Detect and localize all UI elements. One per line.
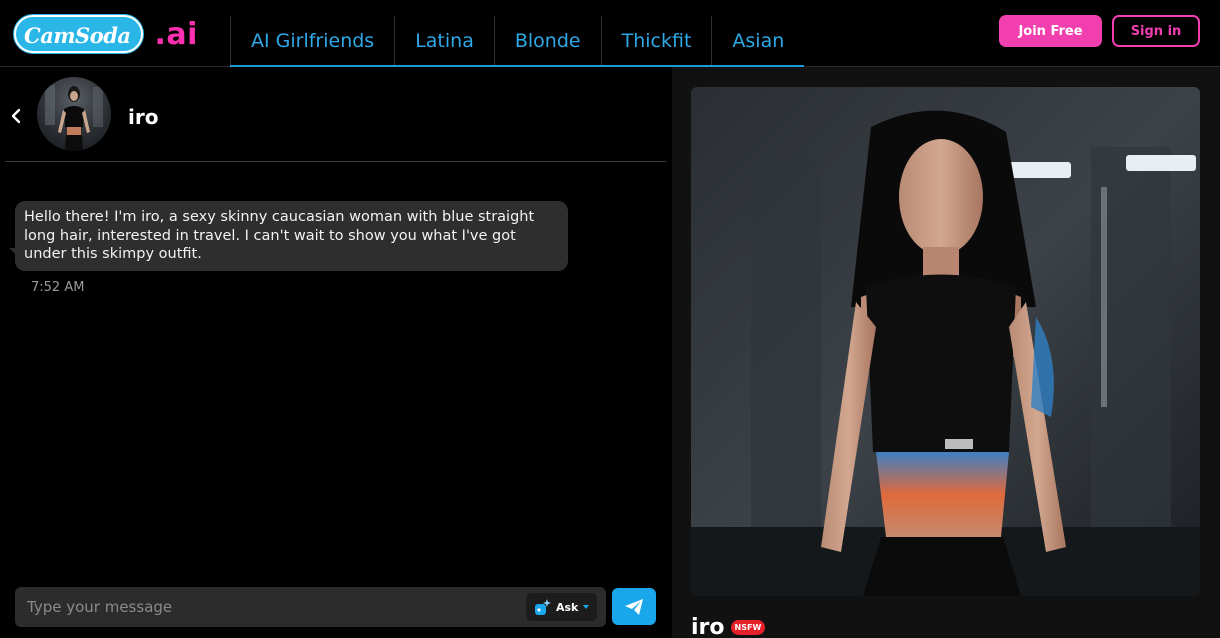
chat-panel: iro Hello there! I'm iro, a sexy skinny … [0, 67, 672, 638]
message-input[interactable] [15, 587, 515, 627]
ask-label: Ask [556, 600, 579, 614]
caret-down-icon [583, 605, 590, 609]
profile-name: iro NSFW [691, 615, 766, 638]
message-bubble: Hello there! I'm iro, a sexy skinny cauc… [15, 201, 568, 271]
logo-suffix: .ai [154, 16, 198, 52]
ask-button[interactable]: Ask [526, 593, 597, 621]
tab-latina[interactable]: Latina [394, 16, 494, 65]
paper-plane-icon [625, 598, 643, 615]
sign-in-button[interactable]: Sign in [1112, 15, 1200, 47]
message-timestamp: 7:52 AM [31, 280, 85, 295]
back-button[interactable] [8, 106, 24, 126]
tab-asian[interactable]: Asian [711, 16, 804, 65]
avatar[interactable] [37, 77, 111, 151]
chevron-left-icon [11, 108, 21, 124]
join-free-button[interactable]: Join Free [999, 15, 1102, 47]
profile-name-text: iro [691, 615, 725, 638]
chat-contact-name: iro [128, 105, 159, 129]
sparkle-icon [535, 599, 551, 615]
profile-photo[interactable] [691, 87, 1200, 596]
camsoda-logo[interactable]: CamSoda .ai [14, 14, 198, 54]
avatar-image [45, 85, 103, 151]
tab-blonde[interactable]: Blonde [493, 16, 601, 65]
profile-photo-image [691, 87, 1200, 596]
profile-panel: iro NSFW [672, 67, 1220, 638]
tab-thickfit[interactable]: Thickfit [600, 16, 712, 65]
send-button[interactable] [612, 588, 656, 625]
top-header: CamSoda .ai AI Girlfriends Latina Blonde… [0, 0, 1220, 67]
tab-ai-girlfriends[interactable]: AI Girlfriends [230, 16, 394, 65]
nsfw-badge: NSFW [730, 620, 766, 635]
chat-header: iro [5, 67, 666, 162]
message-input-box: Ask [15, 587, 606, 627]
message-bubble-tail [9, 248, 18, 257]
logo-brand: CamSoda [14, 15, 143, 53]
category-nav: AI Girlfriends Latina Blonde Thickfit As… [230, 16, 805, 67]
